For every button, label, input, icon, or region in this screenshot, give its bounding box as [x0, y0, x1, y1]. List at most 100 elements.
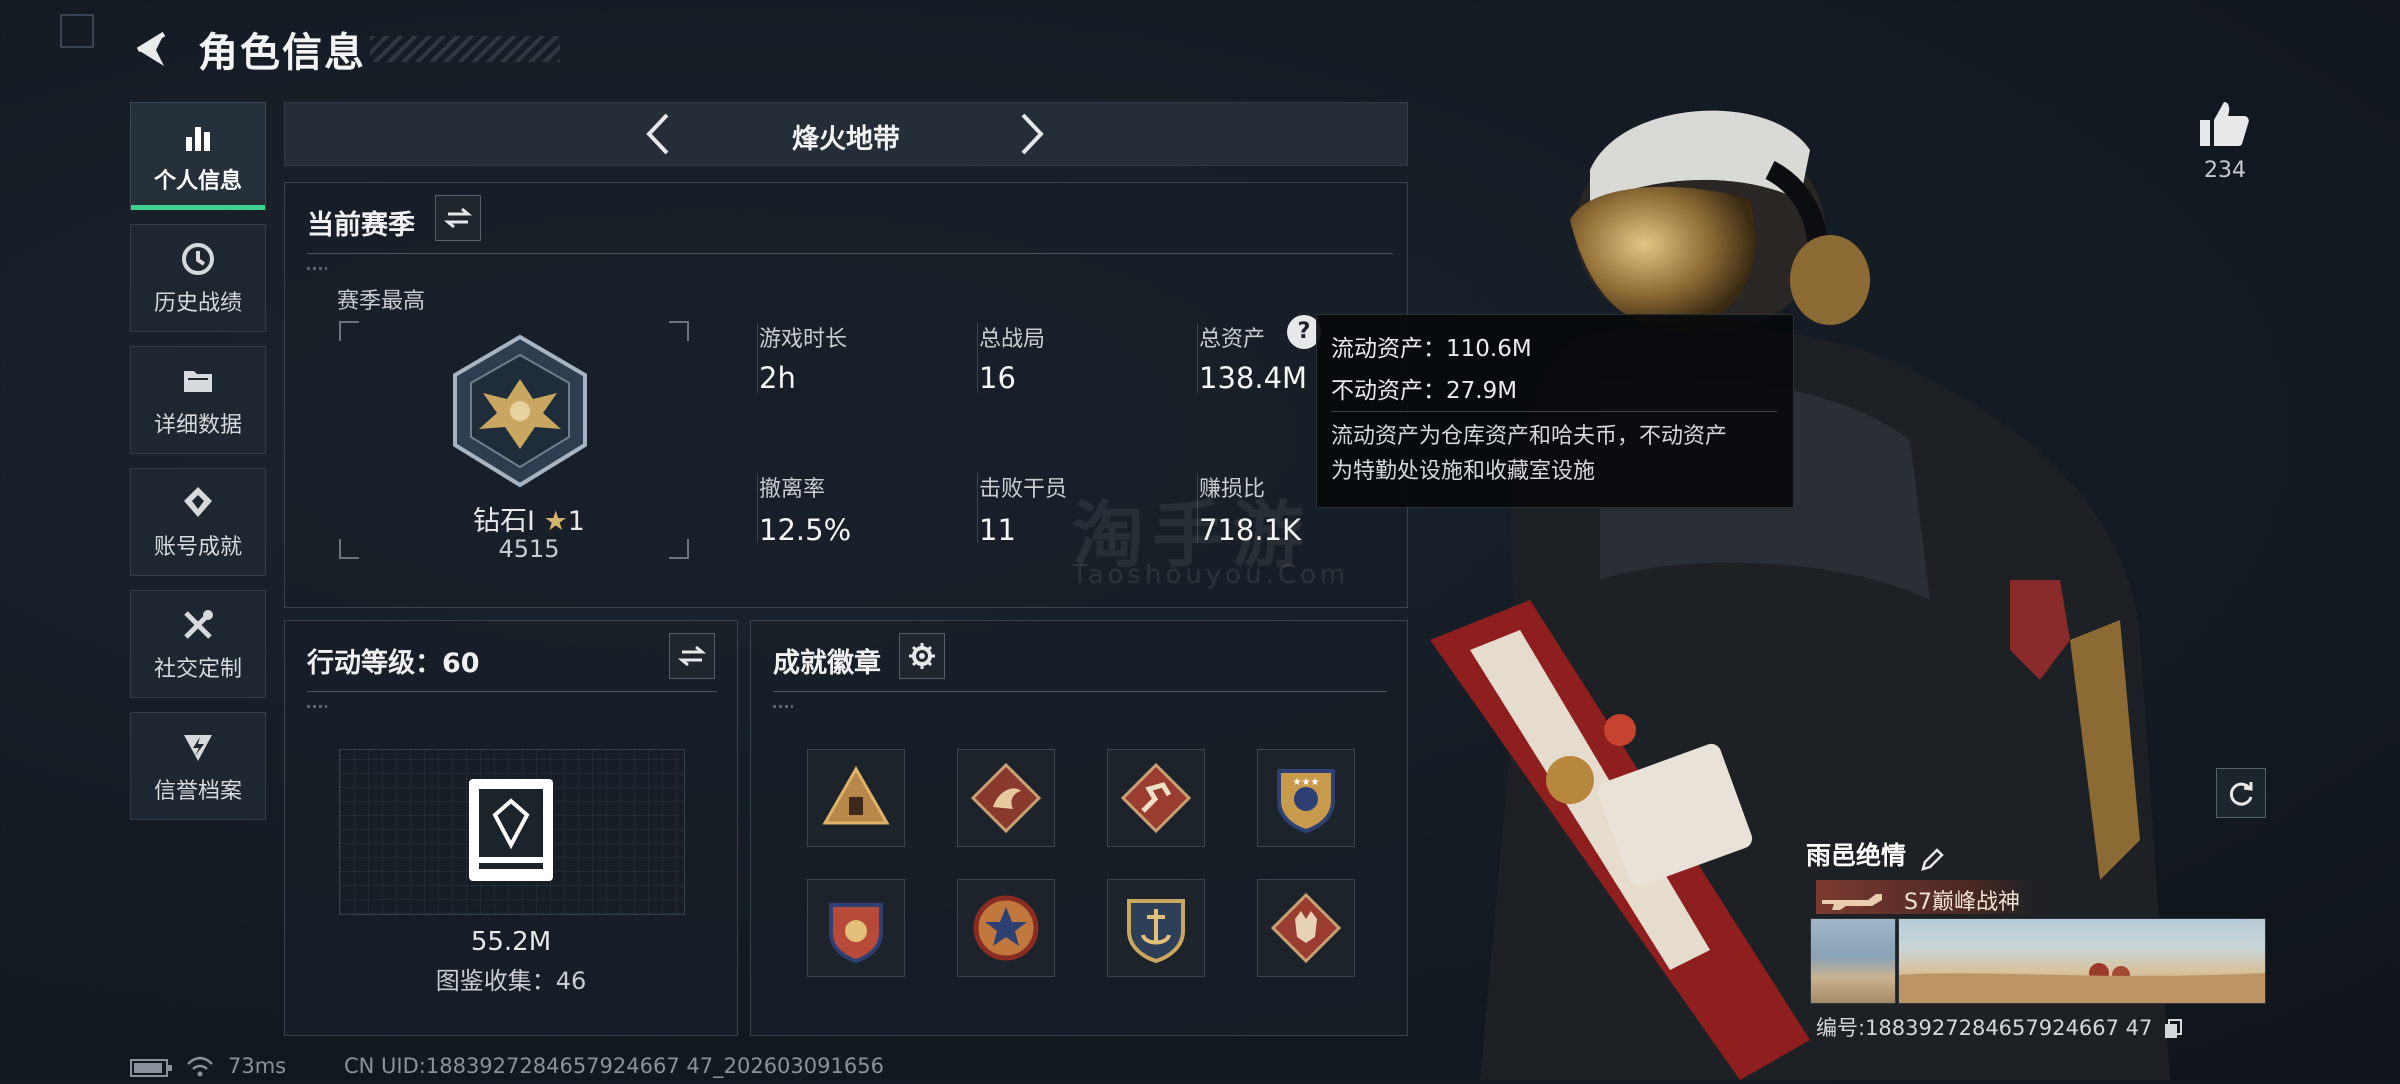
collection-value: 55.2M [470, 927, 552, 957]
chevron-right-icon[interactable] [1017, 111, 1047, 157]
badge-settings-button[interactable] [899, 633, 945, 679]
title-tag: S7巅峰战神 [1904, 890, 2020, 915]
name-card-banner-image[interactable] [1898, 918, 2266, 1004]
triangle-badge-icon [822, 765, 890, 825]
rank-name: 钻石I [473, 506, 535, 537]
rifle-icon [1822, 894, 1882, 910]
stat-value: 11 [979, 513, 1016, 547]
ping-text: 73ms [228, 1054, 287, 1078]
badge-slot[interactable] [957, 749, 1055, 847]
collection-label: 图鉴收集：46 [435, 967, 587, 995]
folder-icon [184, 371, 212, 392]
tooltip-liquid-assets: 流动资产：110.6M [1331, 336, 1532, 362]
level-title: 行动等级：60 [307, 648, 480, 679]
avatar-banner-image[interactable] [1810, 918, 1896, 1004]
stat-label: 撤离率 [759, 477, 826, 502]
refresh-button[interactable] [2216, 768, 2266, 818]
cn-uid-text: CN UID:1883927284657924667 47_2026030916… [344, 1054, 884, 1078]
divider [1331, 411, 1777, 412]
divider [757, 473, 758, 543]
decor-dashes [307, 267, 327, 270]
season-best-label: 赛季最高 [337, 289, 426, 314]
sidebar-item-history[interactable]: 历史战绩 [130, 224, 266, 332]
frame-corner [669, 321, 689, 341]
achievement-icon [184, 487, 212, 517]
sidebar-item-detailed-data[interactable]: 详细数据 [130, 346, 266, 454]
sidebar-item-credit-file[interactable]: 信誉档案 [130, 712, 266, 820]
sidebar-item-label: 详细数据 [153, 413, 242, 438]
sidebar-item-label: 社交定制 [153, 657, 242, 682]
divider [977, 323, 978, 393]
battery-icon [130, 1058, 174, 1078]
page-title: 角色信息 [198, 30, 366, 76]
mode-selector: 烽火地带 [284, 102, 1408, 166]
badge-slot[interactable] [1107, 749, 1205, 847]
divider [307, 691, 717, 692]
refresh-icon [2229, 782, 2253, 806]
player-name: 雨邑绝情 [1806, 841, 1907, 870]
level-switch-button[interactable] [669, 633, 715, 679]
swap-icon [678, 645, 706, 667]
collection-cabinet-icon[interactable] [463, 775, 559, 885]
badge-slot[interactable] [957, 879, 1055, 977]
decor-dashes [307, 705, 327, 708]
anchor-badge-icon [1127, 899, 1185, 964]
stat-label: 总资产 [1199, 327, 1266, 352]
tools-icon [184, 610, 213, 639]
sidebar-item-label: 信誉档案 [153, 779, 242, 804]
tooltip-fixed-assets: 不动资产：27.9M [1331, 378, 1518, 404]
divider [1197, 323, 1198, 393]
stat-value: 2h [759, 361, 796, 395]
back-icon[interactable] [130, 28, 174, 72]
swap-icon [444, 207, 472, 229]
rank-emblem-icon [435, 333, 605, 493]
stat-label: 击败干员 [979, 477, 1068, 502]
star-medal-badge-icon [973, 895, 1039, 961]
stat-value: 12.5% [759, 513, 852, 547]
badge-slot[interactable] [807, 879, 905, 977]
frame-corner [339, 539, 359, 559]
rank-stars: 1 [567, 506, 585, 537]
decor-dashes [773, 705, 793, 708]
like-count: 234 [2204, 158, 2246, 183]
stat-label: 游戏时长 [759, 327, 848, 352]
edit-icon[interactable] [1919, 847, 1945, 873]
history-icon [182, 243, 214, 275]
wifi-icon [186, 1056, 214, 1078]
rank-name-row: 钻石I ★1 [449, 499, 609, 538]
star-icon: ★ [543, 506, 568, 537]
player-card: 雨邑绝情 [1806, 836, 2266, 873]
stat-value: 16 [979, 361, 1016, 395]
sidebar-item-label: 历史战绩 [153, 291, 242, 316]
mode-title: 烽火地带 [792, 124, 900, 155]
sidebar-item-personal-info[interactable]: 个人信息 [130, 102, 266, 210]
player-uid-text: 编号:1883927284657924667 47 [1816, 1016, 2153, 1040]
corner-square [60, 14, 94, 48]
player-uid: 编号:1883927284657924667 47 [1816, 1012, 2183, 1042]
shield-bolt-icon [184, 735, 212, 761]
tooltip-note-line2: 为特勤处设施和收藏室设施 [1331, 459, 1596, 484]
crest-badge-icon [829, 903, 883, 964]
badges-title: 成就徽章 [773, 648, 881, 679]
stat-label: 总战局 [979, 327, 1046, 352]
badge-slot[interactable] [807, 749, 905, 847]
divider [757, 323, 758, 393]
copy-icon[interactable] [2163, 1018, 2183, 1040]
beach-scene-image [1899, 963, 2265, 1003]
bar-chart-icon [186, 127, 210, 151]
sidebar-item-achievements[interactable]: 账号成就 [130, 468, 266, 576]
sidebar-item-social-custom[interactable]: 社交定制 [130, 590, 266, 698]
asset-tooltip: 流动资产：110.6M 不动资产：27.9M 流动资产为仓库资产和哈夫币，不动资… [1316, 314, 1794, 508]
badge-slot[interactable] [1107, 879, 1205, 977]
tooltip-note-line1: 流动资产为仓库资产和哈夫币，不动资产 [1331, 424, 1728, 449]
sidebar-item-label: 账号成就 [153, 535, 242, 560]
frame-corner [669, 539, 689, 559]
season-title: 当前赛季 [307, 210, 415, 241]
sidebar-item-label: 个人信息 [153, 169, 242, 194]
frame-corner [339, 321, 359, 341]
rank-score: 4515 [498, 535, 560, 563]
thumbs-up-icon[interactable] [2196, 96, 2252, 152]
runner-badge-icon [1120, 762, 1192, 834]
dragon-badge-icon [970, 762, 1042, 834]
season-switch-button[interactable] [435, 195, 481, 241]
